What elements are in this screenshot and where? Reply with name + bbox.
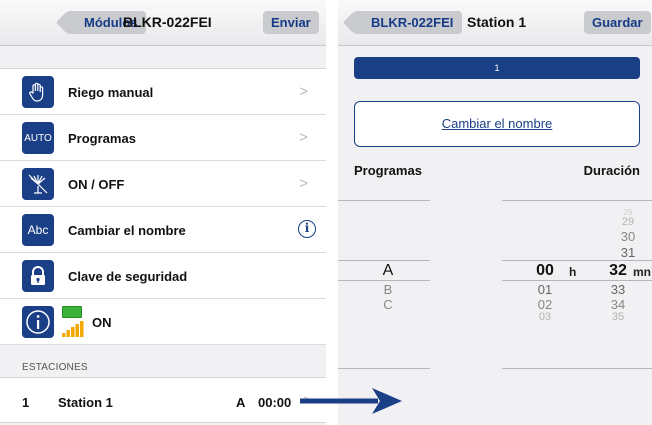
divider (502, 200, 652, 201)
hand-icon (22, 76, 54, 108)
station-edit-screen: BLKR-022FEI Station 1 Guardar 1 Cambiar … (338, 0, 652, 425)
page-title: BLKR-022FEI (123, 14, 212, 30)
guardar-button[interactable]: Guardar (584, 11, 651, 34)
minute-option[interactable]: 34 (598, 297, 638, 312)
program-option[interactable]: C (368, 297, 408, 312)
signal-icon (62, 321, 84, 337)
hour-option[interactable]: 01 (525, 282, 565, 297)
menu-item-programas[interactable]: AUTO Programas > (0, 115, 326, 161)
hour-selected[interactable]: 00 (525, 262, 565, 280)
chevron-right-icon: > (299, 129, 308, 146)
navigation-bar: Módulos BLKR-022FEI Enviar (0, 0, 326, 46)
status-label: ON (92, 315, 112, 330)
menu-item-label: Clave de seguridad (68, 269, 188, 284)
chevron-right-icon: > (299, 175, 308, 192)
menu-item-label: Cambiar el nombre (68, 223, 186, 238)
abc-icon: Abc (22, 214, 54, 246)
program-option[interactable]: B (368, 282, 408, 297)
minute-unit: mn (633, 265, 651, 279)
minute-option[interactable]: 29 (608, 216, 648, 228)
auto-icon: AUTO (22, 122, 54, 154)
station-number: 1 (22, 395, 30, 410)
divider (502, 368, 652, 369)
menu-item-cambiar-nombre[interactable]: Abc Cambiar el nombre i (0, 207, 326, 253)
program-selected[interactable]: A (368, 262, 408, 280)
station-program: A (236, 395, 246, 410)
info-icon[interactable] (22, 306, 54, 338)
info-icon[interactable]: i (298, 220, 316, 238)
station-progress-bar: 1 (354, 57, 640, 79)
menu-item-label: Programas (68, 131, 136, 146)
hour-option[interactable]: 02 (525, 297, 565, 312)
menu-item-label: ON / OFF (68, 177, 125, 192)
enviar-button[interactable]: Enviar (263, 11, 319, 34)
hour-option[interactable]: 03 (525, 311, 565, 323)
divider (502, 260, 652, 261)
rename-button[interactable]: Cambiar el nombre (354, 101, 640, 147)
divider (338, 260, 430, 261)
menu-item-clave-seguridad[interactable]: Clave de seguridad (0, 253, 326, 299)
navigation-arrow-icon (300, 388, 402, 414)
chevron-right-icon: > (299, 83, 308, 100)
duration-header: Duración (583, 163, 640, 178)
menu-item-status: ON (0, 299, 326, 345)
minute-option[interactable]: 35 (598, 311, 638, 323)
minute-selected[interactable]: 32 (598, 262, 638, 280)
hour-unit: h (569, 265, 577, 279)
sprinkler-off-icon (22, 168, 54, 200)
menu-item-on-off[interactable]: ON / OFF > (0, 161, 326, 207)
station-time: 00:00 (258, 395, 292, 410)
minute-option[interactable]: 33 (598, 282, 638, 297)
minute-option[interactable]: 31 (608, 245, 648, 260)
station-menu-screen: Módulos BLKR-022FEI Enviar Riego manual … (0, 0, 326, 425)
section-header-estaciones: ESTACIONES (22, 362, 88, 373)
page-title: Station 1 (467, 14, 527, 30)
station-name: Station 1 (58, 395, 113, 410)
minute-option[interactable]: 30 (608, 229, 648, 244)
station-list-item[interactable]: 1 Station 1 A 00:00 > (0, 377, 326, 423)
divider (338, 368, 430, 369)
navigation-bar: BLKR-022FEI Station 1 Guardar (338, 0, 652, 46)
menu-item-label: Riego manual (68, 85, 154, 100)
divider (338, 200, 430, 201)
main-menu-list: Riego manual > AUTO Programas > ON / OFF… (0, 68, 326, 345)
divider (338, 280, 430, 281)
programs-header: Programas (354, 163, 422, 178)
module-back-button[interactable]: BLKR-022FEI (353, 11, 463, 34)
battery-icon (62, 306, 82, 318)
lock-icon (22, 260, 54, 292)
menu-item-riego-manual[interactable]: Riego manual > (0, 69, 326, 115)
divider (502, 280, 652, 281)
